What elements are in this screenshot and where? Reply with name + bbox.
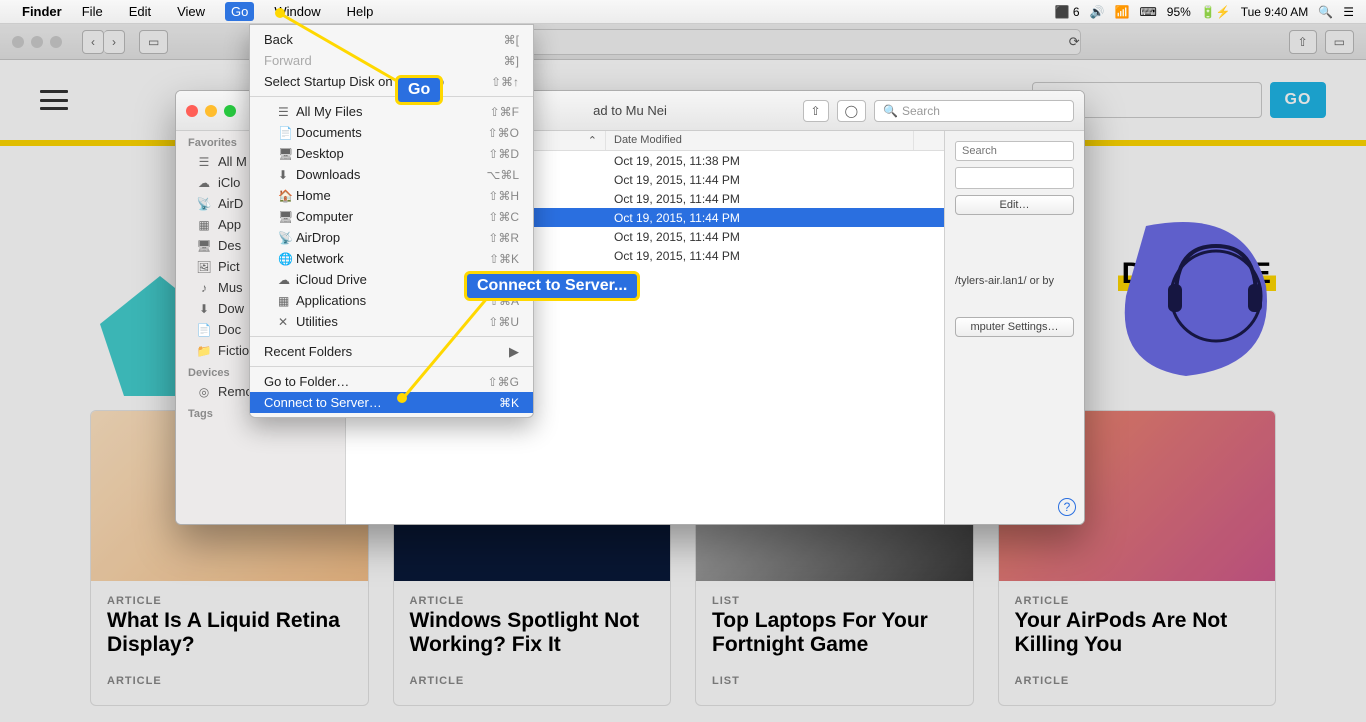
- keyboard-icon[interactable]: ⌨: [1139, 5, 1156, 19]
- place-icon: 📡: [278, 231, 296, 245]
- callout-dot: [397, 393, 407, 403]
- pane-field[interactable]: [955, 167, 1074, 189]
- menu-forward[interactable]: Forward⌘]: [250, 50, 533, 71]
- menu-view[interactable]: View: [171, 2, 211, 21]
- safari-traffic-lights[interactable]: [12, 36, 62, 48]
- menu-separator: [250, 96, 533, 97]
- hamburger-icon[interactable]: [40, 90, 68, 110]
- spotlight-icon[interactable]: 🔍: [1318, 5, 1333, 19]
- search-icon: 🔍: [883, 104, 898, 118]
- menu-desktop[interactable]: 🖥Desktop⇧⌘D: [250, 143, 533, 164]
- notifications-icon[interactable]: ☰: [1343, 5, 1354, 19]
- adobe-icon[interactable]: ⬛ 6: [1055, 5, 1080, 19]
- battery-icon[interactable]: 🔋⚡: [1201, 5, 1231, 19]
- sidebar-icon: ⬇: [196, 302, 212, 316]
- finder-title: ad to Mu Nei: [593, 103, 667, 118]
- share-button[interactable]: ⇧: [803, 100, 829, 122]
- sidebar-icon: 🖥: [196, 239, 212, 253]
- finder-right-pane: Edit… /tylers-air.lan1/ or by mputer Set…: [944, 131, 1084, 524]
- col-date[interactable]: Date Modified: [606, 131, 914, 150]
- card-title: What Is A Liquid Retina Display?: [107, 609, 352, 657]
- callout-connect-to-server: Connect to Server...: [464, 271, 640, 301]
- menu-connect-to-server[interactable]: Connect to Server…⌘K: [250, 392, 533, 413]
- finder-traffic-lights[interactable]: [186, 105, 236, 117]
- sidebar-icon: ▦: [196, 218, 212, 232]
- safari-forward-button[interactable]: ›: [104, 30, 125, 54]
- card-tag: ARTICLE: [107, 595, 352, 607]
- menu-utilities[interactable]: ✕Utilities⇧⌘U: [250, 311, 533, 332]
- card-title: Top Laptops For Your Fortnight Game: [712, 609, 957, 657]
- callout-go: Go: [395, 75, 443, 105]
- place-icon: ☁: [278, 273, 296, 287]
- menu-airdrop[interactable]: 📡AirDrop⇧⌘R: [250, 227, 533, 248]
- safari-back-button[interactable]: ‹: [82, 30, 104, 54]
- safari-toolbar: ‹ › ▭ 🔒 lifewire.com ⟳ ⇧ ▭: [0, 24, 1366, 60]
- card-tag: ARTICLE: [410, 595, 655, 607]
- sidebar-icon: 🖼: [196, 260, 212, 274]
- menu-computer[interactable]: 🖥Computer⇧⌘C: [250, 206, 533, 227]
- sidebar-icon: ☰: [196, 155, 212, 169]
- sidebar-icon: ♪: [196, 281, 212, 295]
- menu-recent-folders[interactable]: Recent Folders▶: [250, 341, 533, 362]
- afp-path: /tylers-air.lan1/ or by: [955, 275, 1074, 287]
- reload-icon[interactable]: ⟳: [1069, 34, 1080, 50]
- place-icon: 🌐: [278, 252, 296, 266]
- card-title: Your AirPods Are Not Killing You: [1015, 609, 1260, 657]
- place-icon: 🏠: [278, 189, 296, 203]
- place-icon: 📄: [278, 126, 296, 140]
- menu-separator: [250, 366, 533, 367]
- pane-search-input[interactable]: [955, 141, 1074, 161]
- card-tag: LIST: [712, 595, 957, 607]
- menu-file[interactable]: File: [76, 2, 109, 21]
- macos-menubar: Finder File Edit View Go Window Help ⬛ 6…: [0, 0, 1366, 24]
- tabs-button[interactable]: ▭: [1325, 30, 1354, 54]
- menu-select-startup-disk-on-desktop[interactable]: Select Startup Disk on Desktop⇧⌘↑: [250, 71, 533, 92]
- card-tag: ARTICLE: [1015, 595, 1260, 607]
- menu-all-my-files[interactable]: ☰All My Files⇧⌘F: [250, 101, 533, 122]
- sidebar-icon: 📡: [196, 197, 212, 211]
- card-tag: LIST: [712, 675, 957, 687]
- menu-separator: [250, 336, 533, 337]
- menu-go[interactable]: Go: [225, 2, 254, 21]
- menu-back[interactable]: Back⌘[: [250, 29, 533, 50]
- card-tag: ARTICLE: [1015, 675, 1260, 687]
- app-name[interactable]: Finder: [22, 4, 62, 19]
- place-icon: ☰: [278, 105, 296, 119]
- card-tag: ARTICLE: [410, 675, 655, 687]
- menu-documents[interactable]: 📄Documents⇧⌘O: [250, 122, 533, 143]
- place-icon: ▦: [278, 294, 296, 308]
- wifi-icon[interactable]: 📶: [1114, 5, 1129, 19]
- menu-edit[interactable]: Edit: [123, 2, 157, 21]
- sidebar-icon: ☁: [196, 176, 212, 190]
- chevron-right-icon: ▶: [509, 344, 519, 360]
- edit-button[interactable]: Edit…: [955, 195, 1074, 215]
- finder-search-input[interactable]: 🔍Search: [874, 100, 1074, 122]
- volume-icon[interactable]: 🔊: [1090, 5, 1105, 19]
- place-icon: 🖥: [278, 147, 296, 161]
- menu-network[interactable]: 🌐Network⇧⌘K: [250, 248, 533, 269]
- menu-help[interactable]: Help: [341, 2, 380, 21]
- computer-settings-button[interactable]: mputer Settings…: [955, 317, 1074, 337]
- headphones-illustration: [1106, 206, 1286, 386]
- menu-go-to-folder[interactable]: Go to Folder…⇧⌘G: [250, 371, 533, 392]
- help-button[interactable]: ?: [1058, 498, 1076, 516]
- lw-go-button[interactable]: GO: [1270, 82, 1326, 118]
- place-icon: 🖥: [278, 210, 296, 224]
- callout-dot: [275, 8, 285, 18]
- place-icon: ⬇: [278, 168, 296, 182]
- menu-downloads[interactable]: ⬇Downloads⌥⌘L: [250, 164, 533, 185]
- clock[interactable]: Tue 9:40 AM: [1241, 5, 1309, 19]
- disc-icon: ◎: [196, 385, 212, 399]
- sidebar-icon: 📁: [196, 344, 212, 358]
- tags-button[interactable]: ◯: [837, 100, 866, 122]
- card-title: Windows Spotlight Not Working? Fix It: [410, 609, 655, 657]
- sidebar-toggle-button[interactable]: ▭: [139, 30, 168, 54]
- sidebar-icon: 📄: [196, 323, 212, 337]
- place-icon: ✕: [278, 315, 296, 329]
- menu-home[interactable]: 🏠Home⇧⌘H: [250, 185, 533, 206]
- card-tag: ARTICLE: [107, 675, 352, 687]
- battery-pct: 95%: [1167, 5, 1191, 19]
- share-button[interactable]: ⇧: [1289, 30, 1317, 54]
- go-dropdown-menu: Back⌘[Forward⌘]Select Startup Disk on De…: [249, 24, 534, 418]
